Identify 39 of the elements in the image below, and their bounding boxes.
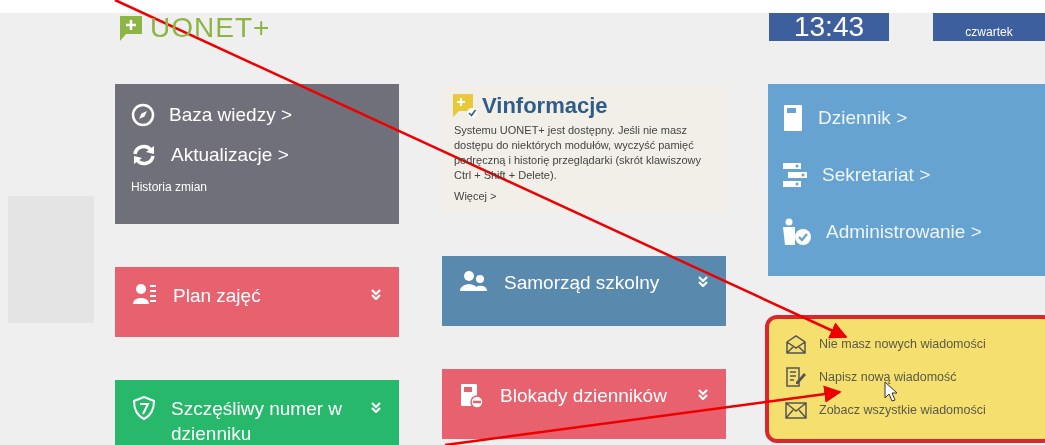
module-tile[interactable]: Szczęśliwy numer w dzienniku [115, 380, 399, 445]
envelope-icon [785, 400, 807, 419]
expand-icon [698, 389, 708, 400]
expand-icon [698, 276, 708, 287]
edit-note-icon [785, 366, 807, 387]
compass-icon [131, 103, 155, 127]
shield-icon [133, 396, 155, 420]
announcement-icon [452, 93, 478, 119]
open-envelope-icon [785, 333, 807, 354]
message-link[interactable]: Nie masz nowych wiadomości [785, 333, 1035, 354]
message-link[interactable]: Napisz nową wiadomość [785, 366, 1035, 387]
tile-title: Blokady dzienników [500, 384, 668, 408]
users-icon [460, 270, 488, 292]
tile-title: Szczęśliwy numer w dzienniku [171, 397, 344, 445]
tile-title: Samorząd szkolny [504, 271, 661, 295]
expand-icon [371, 289, 381, 300]
info-link[interactable]: Aktualizacje > [131, 138, 383, 172]
history-link[interactable]: Historia zmian [131, 180, 383, 194]
module-link[interactable]: Sekretariat > [782, 157, 1031, 193]
module-link[interactable]: Administrowanie > [782, 214, 1031, 250]
logo-icon [118, 14, 144, 42]
server-icon [782, 162, 808, 188]
tile-title: Plan zajęć [173, 284, 262, 308]
module-tile[interactable]: Blokady dzienników [442, 369, 726, 439]
module-link[interactable]: Dziennik > [782, 100, 1031, 136]
blocked-book-icon [460, 383, 484, 409]
clock: 13:43 [769, 13, 889, 41]
module-tile[interactable]: Plan zajęć [115, 267, 399, 337]
refresh-icon [131, 143, 157, 167]
date-box: czwartek [933, 13, 1045, 41]
book-icon [782, 104, 804, 132]
card-title: Vinformacje [482, 93, 608, 119]
message-link[interactable]: Zobacz wszystkie wiadomości [785, 399, 1035, 420]
contact-list-icon [133, 283, 157, 305]
info-link[interactable]: Baza wiedzy > [131, 98, 383, 132]
module-tile[interactable]: Samorząd szkolny [442, 256, 726, 326]
admin-icon [782, 218, 812, 246]
expand-icon [371, 402, 381, 413]
more-link[interactable]: Więcej > [454, 190, 497, 202]
